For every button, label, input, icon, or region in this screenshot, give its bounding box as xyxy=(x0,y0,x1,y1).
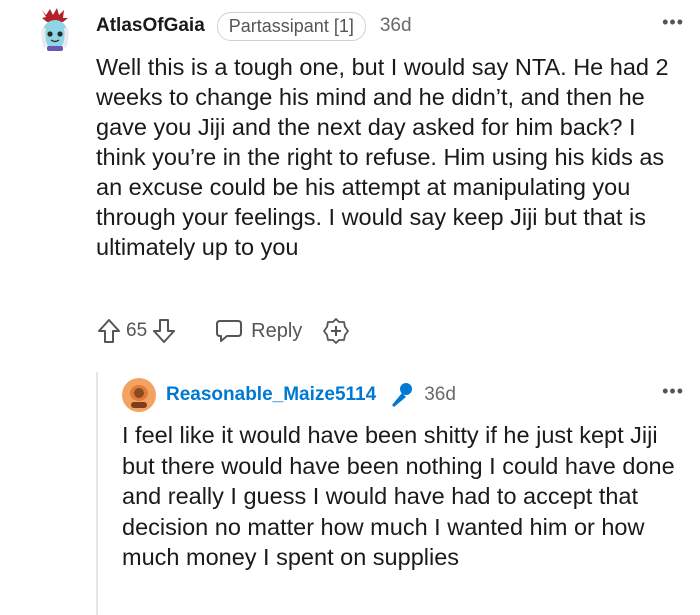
comment-age: 36d xyxy=(379,15,412,36)
reply-user-avatar[interactable] xyxy=(122,378,156,412)
microphone-icon xyxy=(388,381,414,409)
award-button[interactable] xyxy=(322,317,350,345)
upvote-arrow-icon[interactable] xyxy=(96,317,122,345)
plus-badge-icon xyxy=(322,317,350,345)
vote-count: 65 xyxy=(126,320,148,341)
user-flair: Partassipant [1] xyxy=(216,11,366,41)
comment-body: Well this is a tough one, but I would sa… xyxy=(96,54,669,260)
comment-actions: 65 Reply xyxy=(96,316,350,346)
downvote-arrow-icon[interactable] xyxy=(151,317,177,345)
vote-controls: 65 xyxy=(96,317,177,345)
reply-more-options-button[interactable]: ••• xyxy=(662,381,684,402)
comment-header: AtlasOfGaia Partassipant [1] 36d xyxy=(96,11,412,41)
speech-bubble-icon xyxy=(215,318,243,344)
user-avatar[interactable] xyxy=(32,6,78,52)
reply-label: Reply xyxy=(251,319,303,342)
thread-line[interactable] xyxy=(96,372,98,615)
more-options-button[interactable]: ••• xyxy=(662,12,684,33)
comment-author[interactable]: AtlasOfGaia xyxy=(96,15,205,37)
reply-age: 36d xyxy=(424,384,456,405)
reply-author[interactable]: Reasonable_Maize5114 xyxy=(166,384,376,406)
reply-body: I feel like it would have been shitty if… xyxy=(122,422,675,570)
reply-button[interactable]: Reply xyxy=(215,318,302,344)
reply-header: Reasonable_Maize5114 36d xyxy=(166,381,456,409)
